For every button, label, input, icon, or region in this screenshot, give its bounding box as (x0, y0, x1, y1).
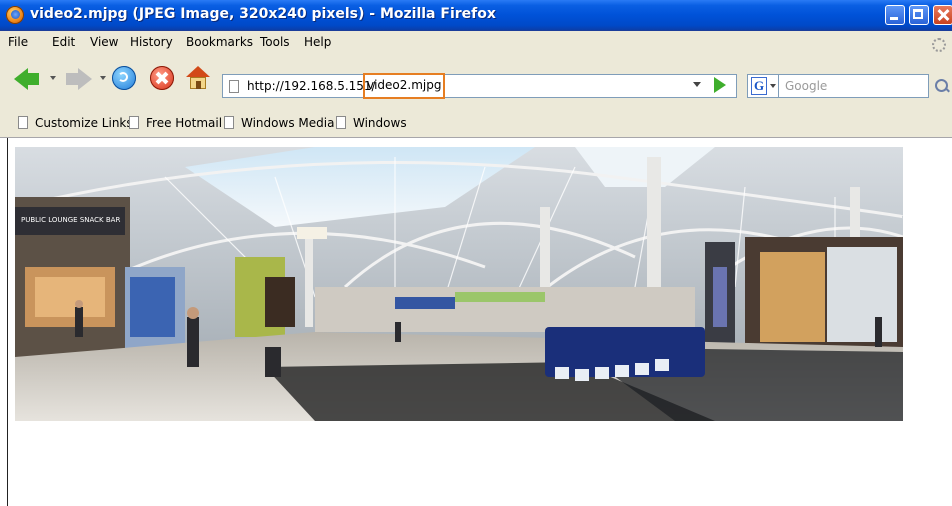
menu-history[interactable]: History (130, 35, 173, 49)
menu-tools[interactable]: Tools (260, 35, 290, 49)
page-icon (229, 80, 239, 93)
bookmarks-toolbar: Customize Links Free Hotmail Windows Med… (0, 109, 952, 138)
bookmark-customize-links[interactable]: Customize Links (18, 116, 133, 130)
content-left-border (7, 138, 8, 506)
reload-icon[interactable] (112, 66, 136, 90)
minimize-button[interactable] (885, 5, 905, 25)
url-prefix: http://192.168.5.151/ (247, 79, 376, 93)
url-history-dropdown-icon[interactable] (693, 82, 701, 87)
page-icon (224, 116, 234, 129)
bookmark-free-hotmail[interactable]: Free Hotmail (129, 116, 222, 130)
menu-edit[interactable]: Edit (52, 35, 75, 49)
maximize-button[interactable] (909, 5, 929, 25)
stop-icon[interactable] (150, 66, 174, 90)
menu-bar: File Edit View History Bookmarks Tools H… (0, 31, 952, 53)
menu-view[interactable]: View (90, 35, 118, 49)
svg-text:PUBLIC LOUNGE SNACK BAR: PUBLIC LOUNGE SNACK BAR (21, 216, 120, 224)
back-history-dropdown-icon[interactable] (50, 76, 56, 80)
forward-history-dropdown-icon[interactable] (100, 76, 106, 80)
bookmark-windows[interactable]: Windows (336, 116, 407, 130)
menu-file[interactable]: File (8, 35, 28, 49)
page-icon (18, 116, 28, 129)
chevron-down-icon (770, 84, 776, 88)
page-icon (129, 116, 139, 129)
home-icon[interactable] (186, 66, 210, 90)
window-title-bar[interactable]: video2.mjpg (JPEG Image, 320x240 pixels)… (0, 0, 952, 31)
search-input[interactable]: Google (779, 74, 929, 98)
search-engine-selector[interactable]: G (747, 74, 779, 98)
search-placeholder: Google (785, 79, 828, 93)
back-button[interactable] (27, 73, 39, 85)
close-button[interactable] (933, 5, 952, 25)
address-bar[interactable]: http://192.168.5.151/ video2.mjpg (222, 73, 737, 99)
url-filename-highlight: video2.mjpg (363, 73, 446, 99)
menu-help[interactable]: Help (304, 35, 331, 49)
search-icon[interactable] (933, 76, 951, 96)
page-icon (336, 116, 346, 129)
go-arrow-icon[interactable] (714, 77, 726, 93)
bookmark-windows-media[interactable]: Windows Media (224, 116, 334, 130)
forward-arrow-icon[interactable] (78, 68, 92, 90)
activity-throbber-icon (932, 38, 946, 52)
google-logo-icon: G (751, 77, 767, 95)
forward-button[interactable] (66, 73, 78, 85)
window-title: video2.mjpg (JPEG Image, 320x240 pixels)… (30, 6, 496, 22)
mjpeg-image: PUBLIC LOUNGE SNACK BAR (15, 147, 903, 421)
back-arrow-icon[interactable] (14, 68, 28, 90)
menu-bookmarks[interactable]: Bookmarks (186, 35, 253, 49)
firefox-icon (6, 6, 24, 24)
